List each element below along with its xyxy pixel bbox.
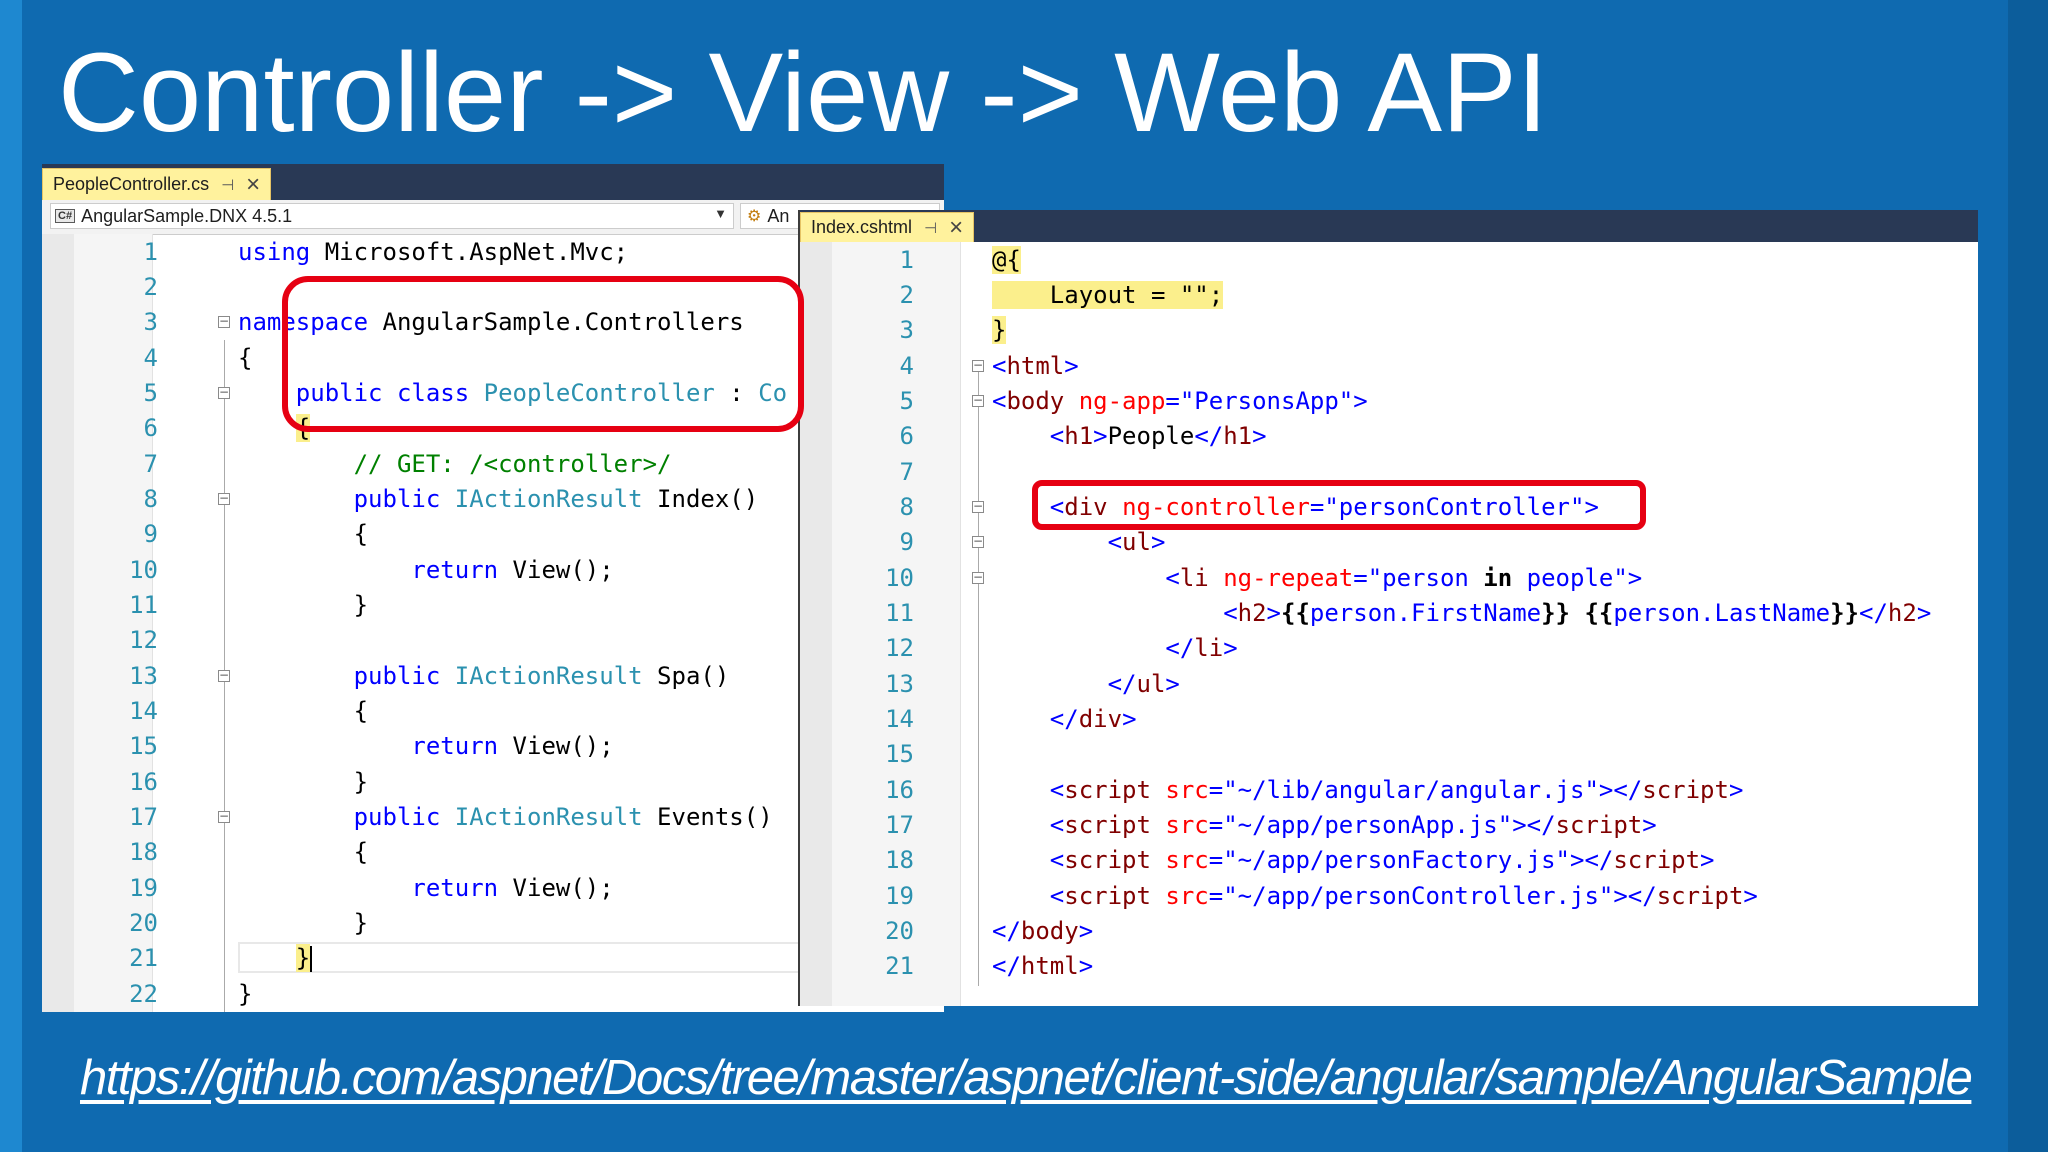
code-text: }	[238, 591, 369, 619]
collapse-icon[interactable]: −	[218, 669, 230, 682]
class-icon: ⚙	[747, 208, 762, 225]
collapse-icon[interactable]: −	[218, 492, 230, 505]
type-dropdown-label: An	[767, 205, 790, 226]
code-text: return View();	[411, 874, 614, 902]
code-text: </html>	[992, 952, 1094, 980]
code-text: {	[238, 697, 369, 725]
code-text: }	[992, 316, 1007, 344]
code-line: 18 <script src="~/app/personFactory.js">…	[885, 846, 1715, 874]
code-text: // GET: /<controller>/	[353, 450, 672, 478]
code-line: 4 − <html>	[899, 352, 1079, 380]
tab-label: Index.cshtml	[811, 217, 913, 237]
code-text: }	[238, 909, 369, 937]
index-action-highlight	[282, 276, 804, 432]
collapse-icon[interactable]: −	[972, 571, 984, 584]
code-text: public IActionResult Index()	[353, 485, 759, 513]
close-icon[interactable]: ×	[246, 172, 260, 197]
collapse-icon[interactable]: −	[218, 810, 230, 823]
code-text: </li>	[1165, 634, 1238, 662]
code-line: 20 </body>	[885, 917, 1094, 945]
collapse-icon[interactable]: −	[972, 500, 984, 513]
code-text: {	[238, 344, 253, 372]
code-line: 2 Layout = "";	[899, 281, 1224, 309]
code-text: <script src="~/app/personController.js">…	[1049, 882, 1758, 910]
code-line: 6 <h1>People</h1>	[899, 422, 1267, 450]
code-line: 1 @{	[899, 246, 1021, 274]
code-text: }	[238, 980, 253, 1008]
slide-title: Controller -> View -> Web API	[58, 30, 1548, 155]
code-text: }	[238, 768, 369, 796]
code-text: }	[295, 944, 313, 972]
code-text: </body>	[992, 917, 1094, 945]
pin-icon[interactable]: ⊣	[924, 219, 937, 237]
right-tab-strip: Index.cshtml ⊣ ×	[800, 210, 1978, 242]
ng-controller-highlight	[1032, 480, 1646, 530]
slide-edge-right	[2008, 0, 2048, 1152]
project-dropdown[interactable]: C# AngularSample.DNX 4.5.1 ▼	[50, 203, 734, 229]
code-text: <script src="~/app/personFactory.js"></s…	[1049, 846, 1715, 874]
code-text: <html>	[992, 352, 1079, 380]
code-line: 11 <h2>{{person.FirstName}} {{person.Las…	[885, 599, 1932, 627]
code-text: public IActionResult Spa()	[353, 662, 730, 690]
code-text: <h1>People</h1>	[1049, 422, 1267, 450]
code-line: 21 </html>	[885, 952, 1094, 980]
chevron-down-icon: ▼	[714, 206, 727, 221]
right-code-area[interactable]: 1 @{ 2 Layout = ""; 3 } 4 − <html> 5 − <…	[800, 242, 1978, 1006]
github-sample-link[interactable]: https://github.com/aspnet/Docs/tree/mast…	[80, 1050, 1973, 1106]
collapse-icon[interactable]: −	[972, 359, 984, 372]
code-line: 17 <script src="~/app/personApp.js"></sc…	[885, 811, 1657, 839]
project-dropdown-label: AngularSample.DNX 4.5.1	[81, 205, 293, 226]
close-icon[interactable]: ×	[949, 215, 963, 240]
code-text: <script src="~/app/personApp.js"></scrip…	[1049, 811, 1657, 839]
code-text: Layout = "";	[992, 281, 1224, 309]
code-line: 10 − <li ng-repeat="person in people">	[885, 564, 1643, 592]
code-line: 3 }	[899, 316, 1007, 344]
code-line: 19 <script src="~/app/personController.j…	[885, 882, 1758, 910]
code-line: 5 − <body ng-app="PersonsApp">	[899, 387, 1368, 415]
index-cshtml-editor[interactable]: Index.cshtml ⊣ × 1 @{ 2 Layout = ""; 3 }…	[798, 210, 1978, 1006]
collapse-icon[interactable]: −	[972, 394, 984, 407]
pin-icon[interactable]: ⊣	[221, 176, 234, 194]
tab-label: PeopleController.cs	[53, 174, 210, 194]
code-line: 13 </ul>	[885, 670, 1180, 698]
collapse-icon[interactable]: −	[972, 535, 984, 548]
code-text: <script src="~/lib/angular/angular.js"><…	[1049, 776, 1744, 804]
code-text: </ul>	[1107, 670, 1180, 698]
code-line: 15	[885, 740, 914, 768]
collapse-icon[interactable]: −	[218, 315, 230, 328]
collapse-icon[interactable]: −	[218, 386, 230, 399]
code-text: <li ng-repeat="person in people">	[1165, 564, 1643, 592]
code-text: <h2>{{person.FirstName}} {{person.LastNa…	[1223, 599, 1932, 627]
tab-index-cshtml[interactable]: Index.cshtml ⊣ ×	[800, 212, 975, 242]
code-text: </div>	[1049, 705, 1137, 733]
csharp-project-icon: C#	[55, 209, 76, 223]
code-text: <body ng-app="PersonsApp">	[992, 387, 1368, 415]
code-text: return View();	[411, 556, 614, 584]
code-line: 16 <script src="~/lib/angular/angular.js…	[885, 776, 1744, 804]
slide-edge-left	[0, 0, 22, 1152]
code-text: return View();	[411, 732, 614, 760]
tab-people-controller[interactable]: PeopleController.cs ⊣ ×	[42, 168, 272, 200]
code-text: {	[238, 838, 369, 866]
code-text: <ul>	[1107, 528, 1166, 556]
left-tab-strip: PeopleController.cs ⊣ ×	[42, 164, 944, 200]
code-line: 12 </li>	[885, 634, 1238, 662]
code-text: using Microsoft.AspNet.Mvc;	[238, 238, 629, 266]
text-caret	[310, 946, 313, 972]
code-text: public IActionResult Events()	[353, 803, 773, 831]
code-text: @{	[992, 246, 1021, 274]
code-line: 14 </div>	[885, 705, 1137, 733]
code-text: {	[238, 520, 369, 548]
